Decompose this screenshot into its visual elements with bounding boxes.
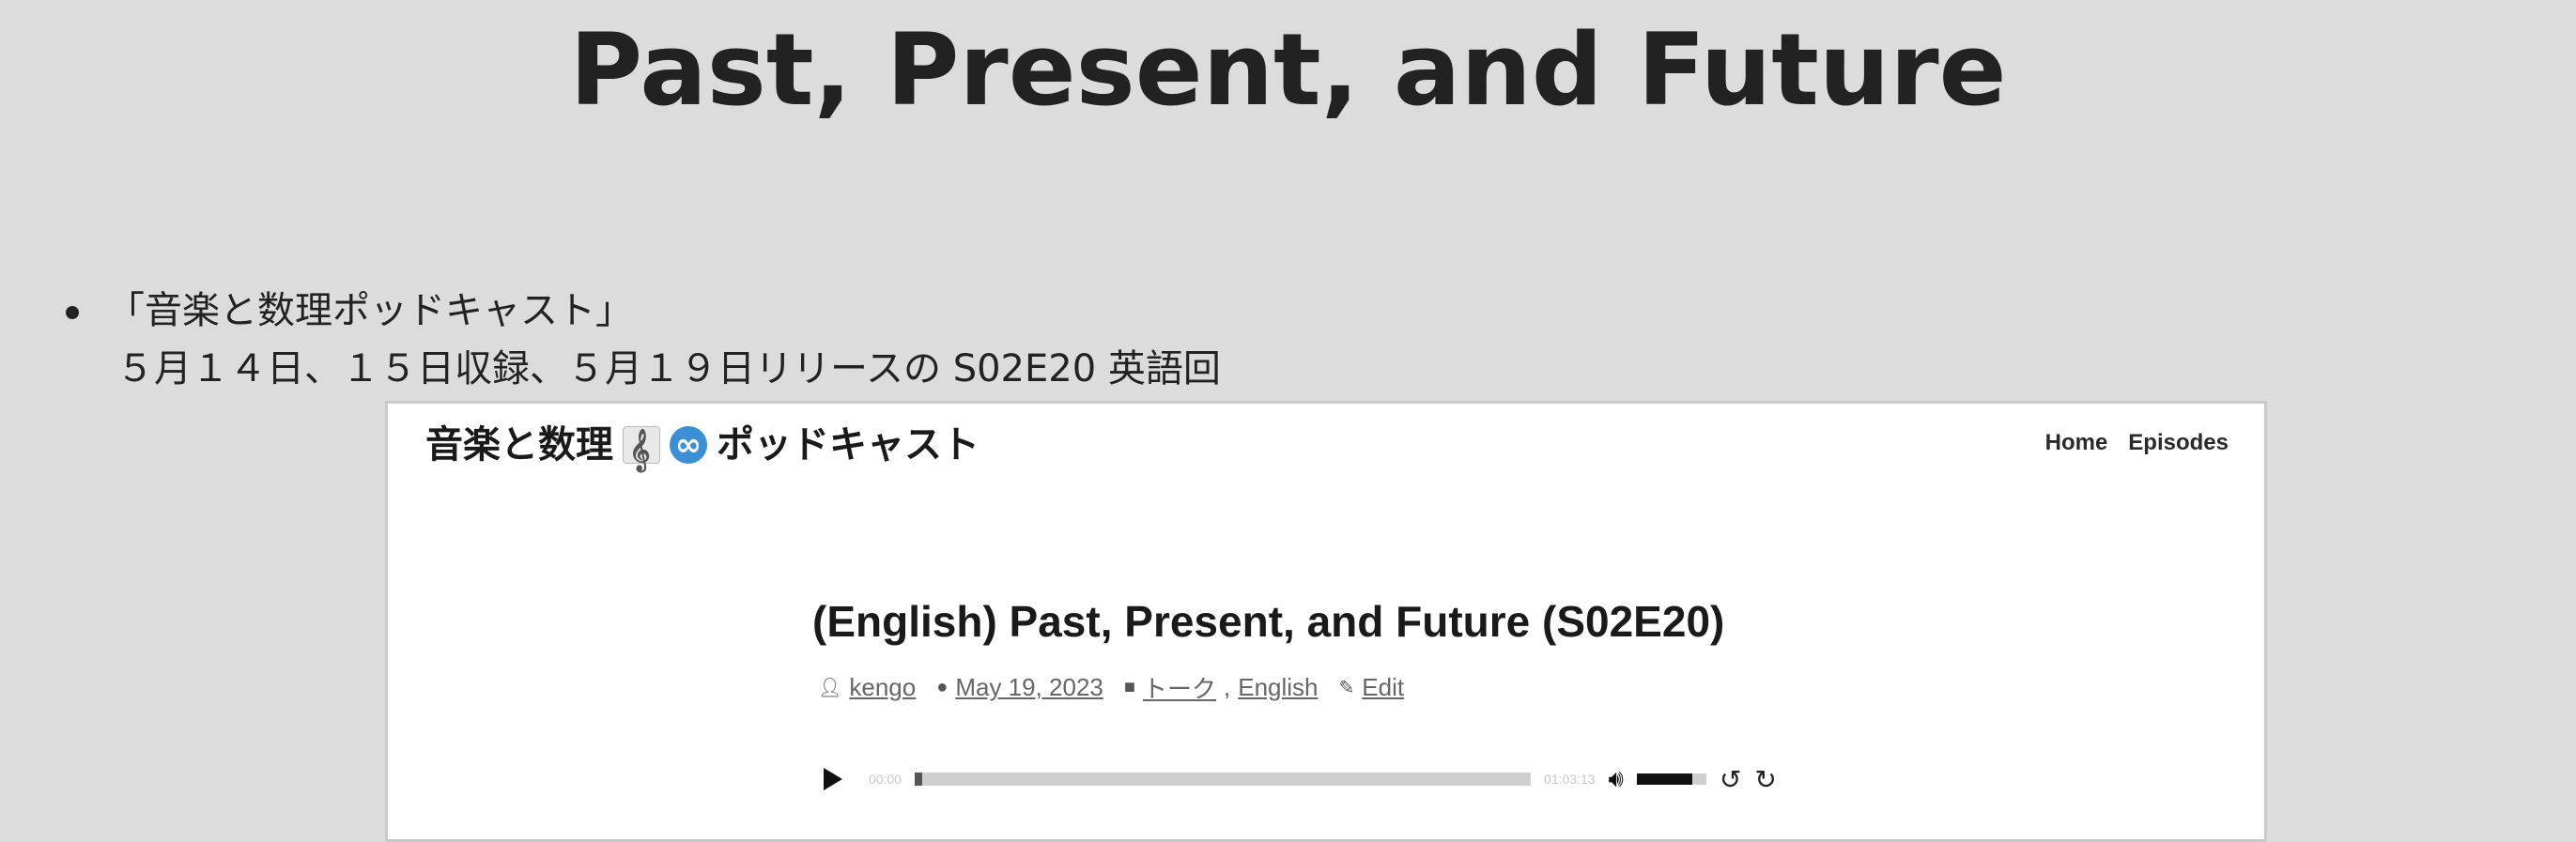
current-time: 00:00 xyxy=(869,772,902,787)
volume-icon[interactable]: 🔊︎ xyxy=(1609,764,1624,794)
site-title[interactable]: 音楽と数理 ∞ ポッドキャスト xyxy=(425,419,979,476)
site-title-part1: 音楽と数理 xyxy=(425,424,613,466)
top-nav: Home Episodes xyxy=(2045,430,2229,456)
category-link-english[interactable]: English xyxy=(1238,673,1318,702)
date-link[interactable]: May 19, 2023 xyxy=(955,673,1103,702)
musical-score-icon xyxy=(623,423,660,476)
volume-slider[interactable] xyxy=(1636,773,1706,785)
list-item: 「音楽と数理ポッドキャスト」 ５月１４日、１５日収録、５月１９日リリースの S0… xyxy=(56,282,1221,398)
category-link-talk[interactable]: トーク xyxy=(1143,670,1216,705)
clock-icon: ● xyxy=(936,677,949,697)
rewind-icon[interactable]: ↺ xyxy=(1720,764,1741,795)
post-meta: 👤︎ kengo ● May 19, 2023 ■ トーク, English ✎… xyxy=(818,670,1404,705)
meta-author: 👤︎ kengo xyxy=(818,673,916,702)
bullet-line-recording: ５月１４日、１５日収録、５月１９日リリースの S02E20 英語回 xyxy=(116,347,1221,390)
site-title-part2: ポッドキャスト xyxy=(717,424,979,466)
audio-player: 00:00 01:03:13 🔊︎ ↺ ↻ xyxy=(824,760,1857,798)
slide-title: Past, Present, and Future xyxy=(569,12,2007,128)
forward-icon[interactable]: ↻ xyxy=(1754,764,1776,795)
bullet-line-podcast: 「音楽と数理ポッドキャスト」 xyxy=(107,289,633,332)
post-title: (English) Past, Present, and Future (S02… xyxy=(812,597,1725,646)
meta-edit: ✎ Edit xyxy=(1339,673,1405,702)
progress-handle[interactable] xyxy=(915,773,923,786)
nav-home[interactable]: Home xyxy=(2045,430,2108,456)
play-icon[interactable] xyxy=(824,768,842,790)
pencil-icon: ✎ xyxy=(1338,678,1355,698)
progress-bar[interactable] xyxy=(915,773,1532,786)
author-link[interactable]: kengo xyxy=(849,673,916,702)
user-icon: 👤︎ xyxy=(818,678,842,698)
volume-fill xyxy=(1636,773,1693,785)
edit-link[interactable]: Edit xyxy=(1362,673,1404,702)
meta-categories: ■ トーク, English xyxy=(1124,670,1319,705)
bullet-icon xyxy=(66,306,79,319)
meta-date: ● May 19, 2023 xyxy=(936,673,1103,702)
bullet-list: 「音楽と数理ポッドキャスト」 ５月１４日、１５日収録、５月１９日リリースの S0… xyxy=(56,282,1221,398)
nav-episodes[interactable]: Episodes xyxy=(2128,430,2229,456)
website-screenshot: 音楽と数理 ∞ ポッドキャスト Home Episodes (English) … xyxy=(385,401,2267,842)
infinity-icon: ∞ xyxy=(670,426,707,464)
duration: 01:03:13 xyxy=(1544,772,1596,787)
folder-icon: ■ xyxy=(1123,677,1135,697)
